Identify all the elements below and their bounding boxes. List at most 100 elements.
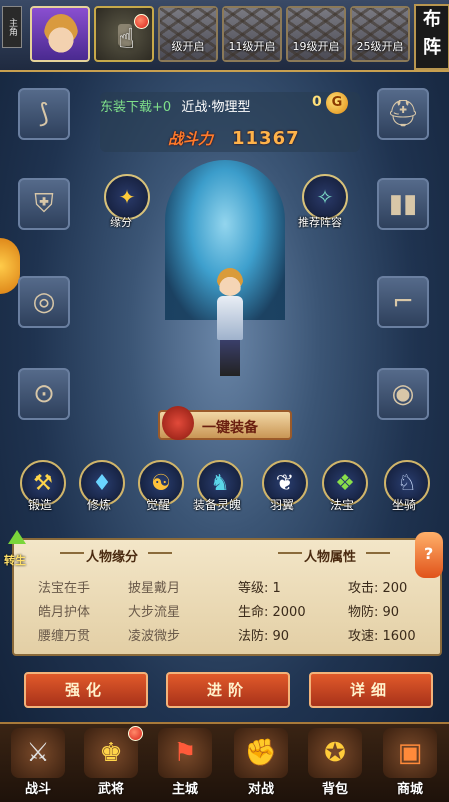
fate-item: 法宝在手 (38, 581, 91, 596)
power-label: 战斗力 (168, 130, 214, 148)
hero-portrait-slot[interactable] (30, 6, 90, 62)
hero-body (217, 296, 243, 340)
cultivate-label: 修炼 (87, 498, 112, 512)
ornament-line (278, 552, 302, 554)
advance-button[interactable]: 进阶 (166, 672, 290, 708)
lineup-label: 推荐阵容 (298, 216, 342, 229)
ornament-line (148, 552, 172, 554)
locked-slot-4[interactable]: 25级开启 (350, 6, 410, 62)
dragon-icon: ☯ (151, 470, 171, 496)
attr-attack: 攻击: 200 (348, 581, 408, 596)
slot-unlock-label: 19级开启 (292, 40, 340, 53)
helmet-icon: ⛑ (386, 99, 420, 129)
spirit-label: 装备灵魄 (193, 498, 242, 512)
armor-icon: ⛨ (34, 188, 54, 219)
notification-dot (128, 726, 143, 741)
attr-mdef: 法防: 90 (238, 629, 290, 644)
fate-item: 皓月护体 (38, 605, 91, 620)
slot-unlock-label: 级开启 (171, 40, 205, 53)
hammer-icon: ⚒ (33, 470, 53, 496)
slot-unlock-label: 11级开启 (228, 40, 276, 53)
bow-icon: ⟆ (38, 99, 50, 129)
amulet-icon: ◉ (391, 379, 415, 409)
hero-title-row: 东装下载+0 近战·物理型 (100, 96, 250, 115)
locked-slot-3[interactable]: 19级开启 (286, 6, 346, 62)
pants-slot[interactable]: ▮▮ (377, 178, 429, 230)
coin-icon[interactable]: G (326, 92, 348, 114)
strengthen-button[interactable]: 强化 (24, 672, 148, 708)
ring-icon: ⊙ (33, 379, 55, 409)
hero-character[interactable] (205, 268, 253, 380)
constellation-icon: ✧ (316, 185, 334, 209)
awaken-label: 觉醒 (146, 498, 171, 512)
fate-tab-title: 人物缘分 (86, 550, 139, 565)
nav-shop[interactable]: ▣ 商城 (375, 724, 445, 798)
nav-city[interactable]: ⚑ 主城 (150, 724, 220, 798)
belt-slot[interactable]: ◎ (18, 276, 70, 328)
forge-label: 锻造 (28, 498, 53, 512)
attr-hp: 生命: 2000 (238, 605, 306, 620)
nav-general[interactable]: ♚ 武将 (76, 724, 146, 798)
fate-item: 腰缠万贯 (38, 629, 91, 644)
fate-item: 披星戴月 (128, 581, 181, 596)
help-lantern[interactable]: ? (415, 532, 443, 578)
crystal-icon: ♦ (92, 470, 112, 496)
boots-icon: ⌐ (392, 287, 414, 317)
attr-pdef: 物防: 90 (348, 605, 400, 620)
fate-item: 大步流星 (128, 605, 181, 620)
bag-icon: ✪ (308, 728, 362, 778)
hero-legs (220, 340, 240, 376)
nav-pvp[interactable]: ✊ 对战 (226, 724, 296, 798)
treasure-label: 法宝 (330, 498, 355, 512)
ornament-line (60, 552, 84, 554)
helmet-slot[interactable]: ⛑ (377, 88, 429, 140)
slot-unlock-label: 25级开启 (356, 40, 404, 53)
belt-icon: ◎ (32, 287, 56, 317)
rebirth-label[interactable]: 转生 (4, 552, 26, 568)
nav-battle-label: 战斗 (24, 782, 51, 797)
glove-icon: ✊ (234, 728, 288, 778)
nav-shop-label: 商城 (396, 782, 423, 797)
amulet-slot[interactable]: ◉ (377, 368, 429, 420)
notification-dot (134, 14, 149, 29)
armor-slot[interactable]: ⛨ (18, 178, 70, 230)
nav-battle[interactable]: ⚔ 战斗 (3, 724, 73, 798)
locked-slot-1[interactable]: 级开启 (158, 6, 218, 62)
formation-button[interactable]: 布阵 (414, 4, 449, 70)
hero-class: 近战·物理型 (181, 100, 251, 115)
coin-count: 0 (312, 94, 322, 110)
bird-icon: ✦ (118, 185, 136, 209)
tap-hand-icon: ☝ (118, 22, 136, 55)
nav-pvp-label: 对战 (247, 782, 274, 797)
nav-general-label: 武将 (97, 782, 124, 797)
dye-status: 东装下载+0 (100, 100, 172, 115)
fate-item: 凌波微步 (128, 629, 181, 644)
equip-all-label: 一键装备 (202, 420, 258, 436)
treasure-icon: ❖ (335, 470, 355, 496)
role-tab[interactable]: 主角 (2, 6, 22, 48)
attr-tab-title: 人物属性 (304, 550, 357, 565)
nav-bag-label: 背包 (321, 782, 348, 797)
weapon-slot[interactable]: ⟆ (18, 88, 70, 140)
ornament-line (366, 552, 390, 554)
pants-icon: ▮▮ (388, 189, 418, 219)
boots-slot[interactable]: ⌐ (377, 276, 429, 328)
chest-icon: ▣ (383, 728, 437, 778)
locked-slot-2[interactable]: 11级开启 (222, 6, 282, 62)
attr-speed: 攻速: 1600 (348, 629, 416, 644)
nav-city-label: 主城 (171, 782, 198, 797)
attr-level: 等级: 1 (238, 581, 281, 596)
power-value: 11367 (232, 128, 300, 149)
unicorn-icon: ♘ (397, 470, 417, 496)
rebirth-arrow-icon (8, 530, 26, 544)
lantern-mark: ? (424, 544, 434, 563)
hero-head (217, 268, 243, 296)
beast-icon: ♞ (210, 470, 230, 496)
fate-label: 缘分 (110, 216, 132, 229)
details-button[interactable]: 详细 (309, 672, 433, 708)
ring-slot[interactable]: ⊙ (18, 368, 70, 420)
mount-label: 坐骑 (392, 498, 417, 512)
wings-icon: ❦ (275, 470, 295, 496)
cat-mascot-icon (162, 406, 194, 440)
nav-bag[interactable]: ✪ 背包 (300, 724, 370, 798)
